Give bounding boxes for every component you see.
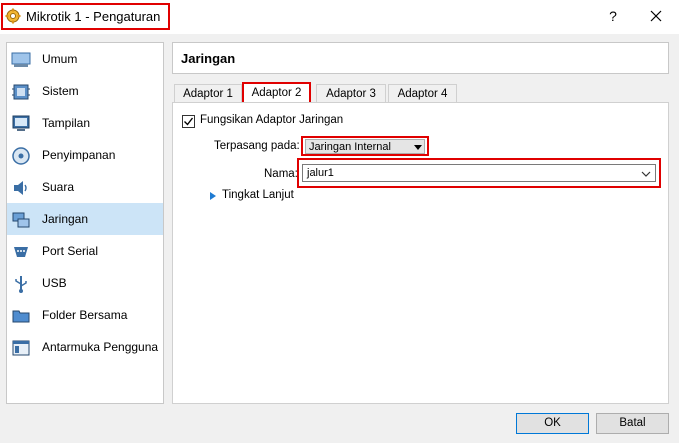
- sidebar-item-label: Tampilan: [42, 116, 91, 130]
- sidebar-item-shared-folder[interactable]: Folder Bersama: [7, 299, 163, 331]
- adapter-tabs: Adaptor 1 Adaptor 2 Adaptor 3 Adaptor 4: [172, 82, 669, 103]
- general-icon: [11, 52, 31, 67]
- tab-adapter-3[interactable]: Adaptor 3: [316, 84, 386, 103]
- help-button[interactable]: ?: [604, 6, 622, 26]
- sidebar-item-system[interactable]: Sistem: [7, 75, 163, 107]
- cancel-button[interactable]: Batal: [596, 413, 669, 434]
- window-title: Mikrotik 1 - Pengaturan: [26, 9, 161, 24]
- virtualbox-gear-icon: [5, 8, 21, 24]
- sidebar-item-label: Jaringan: [42, 212, 89, 226]
- page-header: Jaringan: [172, 42, 669, 74]
- tab-adapter-2[interactable]: Adaptor 2: [242, 82, 311, 103]
- sidebar-item-network[interactable]: Jaringan: [7, 203, 163, 235]
- sidebar-item-user-interface[interactable]: Antarmuka Pengguna: [7, 331, 163, 363]
- audio-icon: [14, 181, 27, 195]
- expand-arrow-icon: [210, 192, 216, 200]
- enable-adapter-label: Fungsikan Adaptor Jaringan: [200, 114, 344, 126]
- sidebar-item-label: Umum: [42, 52, 78, 66]
- sidebar-item-label: Port Serial: [42, 244, 99, 258]
- name-value: jalur1: [307, 167, 334, 179]
- sidebar-item-label: Folder Bersama: [42, 308, 128, 322]
- usb-icon: [15, 276, 27, 293]
- storage-icon: [12, 147, 30, 165]
- user-interface-icon: [12, 340, 30, 356]
- sidebar-item-audio[interactable]: Suara: [7, 171, 163, 203]
- network-icon: [12, 212, 30, 228]
- name-label: Nama:: [264, 168, 298, 180]
- display-icon: [12, 115, 30, 131]
- attached-to-label: Terpasang pada:: [214, 140, 300, 152]
- sidebar-item-display[interactable]: Tampilan: [7, 107, 163, 139]
- tab-adapter-1[interactable]: Adaptor 1: [174, 84, 242, 103]
- dropdown-arrow-icon: [414, 145, 422, 150]
- sidebar-item-label: Sistem: [42, 84, 79, 98]
- attached-to-value: Jaringan Internal: [309, 141, 391, 153]
- sidebar-item-label: USB: [42, 276, 67, 290]
- system-icon: [12, 84, 30, 100]
- sidebar-item-serial-port[interactable]: Port Serial: [7, 235, 163, 267]
- sidebar-item-label: Suara: [42, 180, 75, 194]
- close-icon[interactable]: [646, 6, 666, 26]
- settings-sidebar: Umum Sistem Tampilan Penyimpanan Suara J…: [6, 42, 164, 404]
- serial-port-icon: [14, 247, 28, 257]
- name-highlight: jalur1: [297, 158, 661, 188]
- enable-adapter-checkbox[interactable]: [182, 115, 195, 128]
- sidebar-item-storage[interactable]: Penyimpanan: [7, 139, 163, 171]
- attached-to-select[interactable]: Jaringan Internal: [305, 139, 425, 154]
- sidebar-item-label: Penyimpanan: [42, 148, 116, 162]
- name-combobox[interactable]: jalur1: [302, 164, 656, 182]
- sidebar-item-usb[interactable]: USB: [7, 267, 163, 299]
- advanced-label: Tingkat Lanjut: [222, 189, 294, 201]
- title-bar: Mikrotik 1 - Pengaturan ?: [0, 0, 679, 34]
- tab-adapter-4[interactable]: Adaptor 4: [388, 84, 457, 103]
- shared-folder-icon: [12, 310, 30, 323]
- ok-button[interactable]: OK: [516, 413, 589, 434]
- attached-to-highlight: Jaringan Internal: [301, 136, 429, 156]
- chevron-down-icon[interactable]: [640, 168, 652, 180]
- sidebar-item-general[interactable]: Umum: [7, 43, 163, 75]
- sidebar-item-label: Antarmuka Pengguna: [42, 340, 159, 354]
- adapter-panel: Fungsikan Adaptor Jaringan Terpasang pad…: [172, 102, 669, 404]
- checkmark-icon: [184, 117, 194, 126]
- page-title: Jaringan: [181, 51, 236, 66]
